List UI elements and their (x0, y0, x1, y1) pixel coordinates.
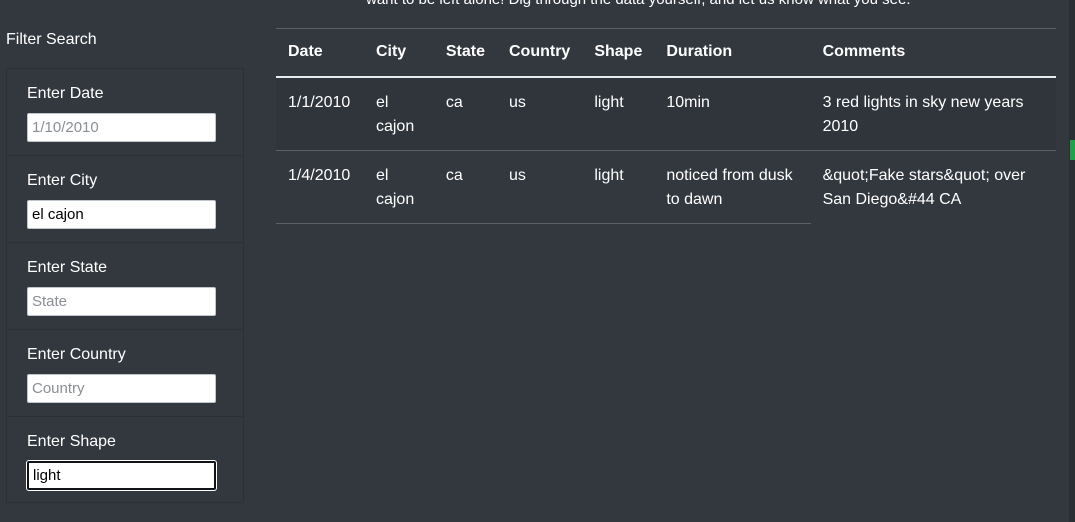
header-state: State (433, 28, 497, 78)
cell-state: ca (433, 150, 497, 224)
cell-shape: light (582, 150, 655, 224)
header-country: Country (497, 28, 583, 78)
country-input[interactable] (27, 374, 216, 403)
city-input[interactable] (27, 200, 216, 229)
table-row: 1/1/2010 el cajon ca us light 10min 3 re… (276, 76, 1056, 151)
cell-city: el cajon (363, 150, 434, 224)
intro-text: want to be left alone! Dig through the d… (366, 0, 911, 8)
filter-group-date: Enter Date (7, 69, 243, 156)
cell-duration: 10min (654, 76, 811, 151)
date-label: Enter Date (27, 85, 104, 102)
header-city: City (363, 28, 434, 78)
country-label: Enter Country (27, 346, 126, 363)
shape-label: Enter Shape (27, 433, 116, 450)
cell-country: us (497, 76, 583, 151)
cell-city: el cajon (363, 76, 434, 151)
filter-search-title: Filter Search (6, 31, 97, 48)
cell-duration: noticed from dusk to dawn (654, 150, 811, 224)
filter-group-shape: Enter Shape (7, 417, 243, 504)
cell-state: ca (433, 76, 497, 151)
filter-group-state: Enter State (7, 243, 243, 330)
city-label: Enter City (27, 172, 98, 189)
ufo-table-container: Date City State Country Shape Duration C… (276, 28, 1056, 224)
cell-comments: &quot;Fake stars&quot; over San Diego&#4… (822, 166, 1026, 208)
cell-date: 1/1/2010 (276, 76, 364, 151)
header-duration: Duration (654, 28, 811, 78)
table-header-row: Date City State Country Shape Duration C… (276, 28, 1056, 78)
filter-group-city: Enter City (7, 156, 243, 243)
header-comments: Comments (810, 28, 1056, 78)
state-input[interactable] (27, 287, 216, 316)
header-date: Date (276, 28, 364, 78)
window-edge (1069, 0, 1075, 522)
edge-accent (1070, 140, 1075, 160)
cell-shape: light (582, 76, 655, 151)
table-row: 1/4/2010 el cajon ca us light noticed fr… (276, 150, 1056, 224)
ufo-table: Date City State Country Shape Duration C… (276, 28, 1056, 224)
filter-group-country: Enter Country (7, 330, 243, 417)
header-shape: Shape (582, 28, 655, 78)
cell-comments: 3 red lights in sky new years 2010 (810, 76, 1056, 151)
shape-input[interactable] (27, 461, 216, 490)
state-label: Enter State (27, 259, 108, 276)
date-input[interactable] (27, 113, 216, 142)
cell-date: 1/4/2010 (276, 150, 364, 224)
filter-panel: Enter Date Enter City Enter State Enter … (6, 68, 244, 503)
cell-country: us (497, 150, 583, 224)
